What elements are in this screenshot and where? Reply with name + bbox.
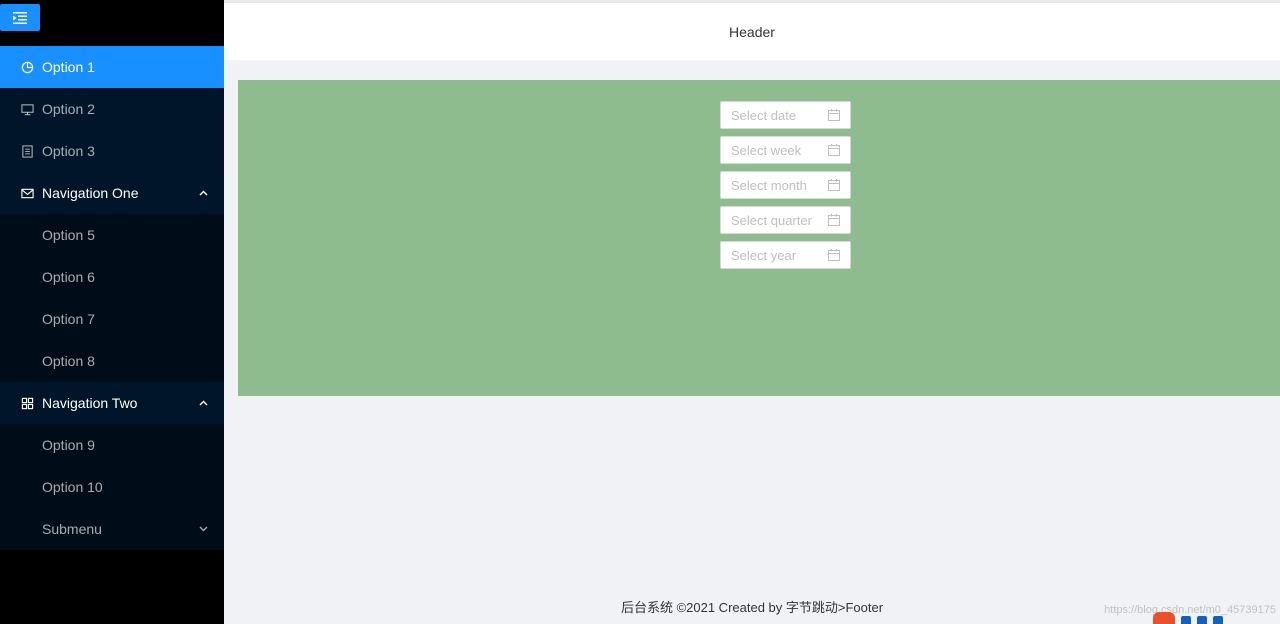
desktop-icon <box>20 102 34 116</box>
side-menu: Option 1 Option 2 Option 3 Navigation On… <box>0 46 224 550</box>
month-picker[interactable] <box>720 171 851 199</box>
menu-fold-icon <box>13 11 27 24</box>
quarter-picker[interactable] <box>720 206 851 234</box>
calendar-icon <box>828 109 840 121</box>
submenu-label: Navigation Two <box>42 395 138 411</box>
tray-icon[interactable] <box>1213 616 1223 624</box>
page-header: Header <box>224 0 1280 60</box>
calendar-icon <box>828 249 840 261</box>
menu-item-option-8[interactable]: Option 8 <box>0 340 224 382</box>
menu-item-option-2[interactable]: Option 2 <box>0 88 224 130</box>
date-picker[interactable] <box>720 101 851 129</box>
pie-chart-icon <box>20 60 34 74</box>
chevron-down-icon <box>198 524 208 534</box>
mail-icon <box>20 186 34 200</box>
menu-item-label: Option 7 <box>42 311 95 327</box>
menu-item-option-10[interactable]: Option 10 <box>0 466 224 508</box>
menu-item-option-5[interactable]: Option 5 <box>0 214 224 256</box>
calendar-icon <box>828 179 840 191</box>
header-title: Header <box>729 23 775 40</box>
chevron-up-icon <box>198 398 208 408</box>
menu-item-option-7[interactable]: Option 7 <box>0 298 224 340</box>
menu-item-option-1[interactable]: Option 1 <box>0 46 224 88</box>
menu-item-label: Option 8 <box>42 353 95 369</box>
container-icon <box>20 144 34 158</box>
tray-icon[interactable] <box>1181 616 1191 624</box>
content-area <box>238 80 1280 396</box>
sidebar: Option 1 Option 2 Option 3 Navigation On… <box>0 0 224 624</box>
quarter-picker-input[interactable] <box>731 212 821 228</box>
picker-group <box>720 101 851 269</box>
year-picker-input[interactable] <box>731 247 821 263</box>
date-picker-input[interactable] <box>731 107 821 123</box>
system-tray <box>1145 612 1280 624</box>
calendar-icon <box>828 144 840 156</box>
week-picker-input[interactable] <box>731 142 821 158</box>
month-picker-input[interactable] <box>731 177 821 193</box>
menu-item-label: Option 1 <box>42 59 95 75</box>
year-picker[interactable] <box>720 241 851 269</box>
menu-item-label: Option 6 <box>42 269 95 285</box>
csdn-logo-icon <box>1153 612 1175 624</box>
menu-item-label: Option 5 <box>42 227 95 243</box>
menu-item-label: Option 2 <box>42 101 95 117</box>
calendar-icon <box>828 214 840 226</box>
menu-fold-button[interactable] <box>0 4 40 31</box>
menu-item-option-9[interactable]: Option 9 <box>0 424 224 466</box>
submenu-navigation-one[interactable]: Navigation One <box>0 172 224 214</box>
footer-text: 后台系统 ©2021 Created by 字节跳动>Footer <box>620 599 884 615</box>
chevron-up-icon <box>198 188 208 198</box>
submenu-nested[interactable]: Submenu <box>0 508 224 550</box>
menu-item-option-6[interactable]: Option 6 <box>0 256 224 298</box>
submenu-navigation-two-list: Option 9 Option 10 Submenu <box>0 424 224 550</box>
submenu-label: Navigation One <box>42 185 139 201</box>
submenu-navigation-two[interactable]: Navigation Two <box>0 382 224 424</box>
menu-item-label: Option 10 <box>42 479 103 495</box>
week-picker[interactable] <box>720 136 851 164</box>
menu-item-label: Option 3 <box>42 143 95 159</box>
tray-icon[interactable] <box>1197 616 1207 624</box>
submenu-navigation-one-list: Option 5 Option 6 Option 7 Option 8 <box>0 214 224 382</box>
menu-item-option-3[interactable]: Option 3 <box>0 130 224 172</box>
appstore-icon <box>20 396 34 410</box>
menu-item-label: Option 9 <box>42 437 95 453</box>
submenu-label: Submenu <box>42 521 102 537</box>
